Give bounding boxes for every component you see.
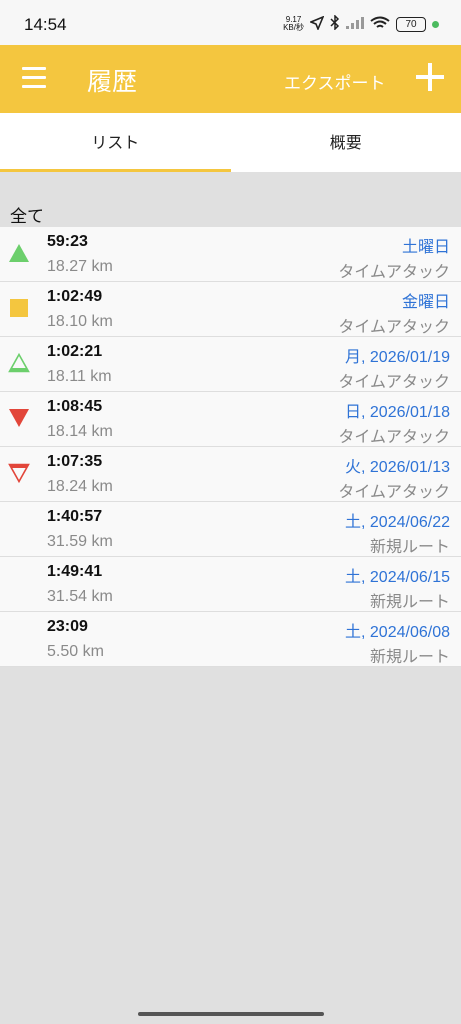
page-title: 履歴 <box>87 67 138 96</box>
app-bar: 履歴 エクスポート <box>0 45 461 113</box>
up-triangle-outline-green-icon <box>8 353 30 373</box>
square-yellow-icon <box>10 299 28 317</box>
gesture-nav-bar[interactable] <box>138 1012 324 1016</box>
record-type: 新規ルート <box>369 537 450 556</box>
bluetooth-icon <box>330 14 340 33</box>
down-triangle-outline-red-icon <box>8 463 30 483</box>
list-item[interactable]: 1:08:45 18.14 km 日, 2026/01/18 タイムアタック <box>0 392 461 447</box>
record-distance: 18.14 km <box>47 423 113 440</box>
wifi-icon <box>370 16 390 33</box>
record-time: 1:40:57 <box>47 508 103 525</box>
record-time: 23:09 <box>47 618 88 635</box>
record-distance: 5.50 km <box>47 643 104 660</box>
record-distance: 18.10 km <box>47 313 113 330</box>
network-speed: 9.17 KB/秒 <box>283 16 304 32</box>
list-item[interactable]: 1:02:21 18.11 km 月, 2026/01/19 タイムアタック <box>0 337 461 392</box>
record-date: 土, 2024/06/15 <box>345 569 450 586</box>
status-icons: 9.17 KB/秒 70 <box>283 13 439 35</box>
record-date: 月, 2026/01/19 <box>345 349 450 366</box>
tab-bar: リスト 概要 <box>0 113 461 172</box>
down-triangle-red-icon <box>9 409 29 427</box>
record-distance: 18.24 km <box>47 478 113 495</box>
tab-list[interactable]: リスト <box>0 113 231 172</box>
record-type: タイムアタック <box>338 482 450 501</box>
status-time: 14:54 <box>24 15 67 34</box>
record-date: 金曜日 <box>401 294 450 311</box>
record-distance: 31.59 km <box>47 533 113 550</box>
record-type: 新規ルート <box>369 592 450 611</box>
tab-summary[interactable]: 概要 <box>231 113 461 172</box>
record-time: 1:07:35 <box>47 453 103 470</box>
add-icon[interactable] <box>416 63 444 91</box>
record-time: 1:08:45 <box>47 398 103 415</box>
record-date: 日, 2026/01/18 <box>345 404 450 421</box>
record-type: 新規ルート <box>369 647 450 666</box>
record-date: 土, 2024/06/08 <box>345 624 450 641</box>
privacy-indicator-dot <box>432 20 439 28</box>
record-type: タイムアタック <box>338 372 450 391</box>
record-type: タイムアタック <box>338 427 450 446</box>
list-item[interactable]: 1:40:57 31.59 km 土, 2024/06/22 新規ルート <box>0 502 461 557</box>
record-distance: 31.54 km <box>47 588 113 605</box>
list-item[interactable]: 59:23 18.27 km 土曜日 タイムアタック <box>0 227 461 282</box>
list-item[interactable]: 1:49:41 31.54 km 土, 2024/06/15 新規ルート <box>0 557 461 612</box>
record-distance: 18.11 km <box>47 368 112 385</box>
history-list: 59:23 18.27 km 土曜日 タイムアタック 1:02:49 18.10… <box>0 227 461 667</box>
location-arrow-icon <box>308 15 325 33</box>
menu-icon[interactable] <box>22 67 46 89</box>
record-time: 1:02:21 <box>47 343 103 360</box>
status-bar: 14:54 9.17 KB/秒 70 <box>0 0 461 45</box>
record-time: 1:49:41 <box>47 563 103 580</box>
network-speed-unit: KB/秒 <box>283 23 304 32</box>
export-button[interactable]: エクスポート <box>284 69 386 94</box>
record-date: 火, 2026/01/13 <box>345 459 450 476</box>
record-date: 土, 2024/06/22 <box>345 514 450 531</box>
record-type: タイムアタック <box>338 317 450 336</box>
record-type: タイムアタック <box>338 262 450 281</box>
record-time: 59:23 <box>47 233 88 250</box>
section-header-all: 全て <box>10 207 44 227</box>
list-item[interactable]: 1:07:35 18.24 km 火, 2026/01/13 タイムアタック <box>0 447 461 502</box>
battery-icon: 70 <box>396 16 426 32</box>
record-time: 1:02:49 <box>47 288 103 305</box>
list-item[interactable]: 1:02:49 18.10 km 金曜日 タイムアタック <box>0 282 461 337</box>
record-date: 土曜日 <box>401 239 450 256</box>
signal-icon <box>346 16 364 32</box>
list-item[interactable]: 23:09 5.50 km 土, 2024/06/08 新規ルート <box>0 612 461 667</box>
up-triangle-green-icon <box>9 244 29 262</box>
record-distance: 18.27 km <box>47 258 113 275</box>
